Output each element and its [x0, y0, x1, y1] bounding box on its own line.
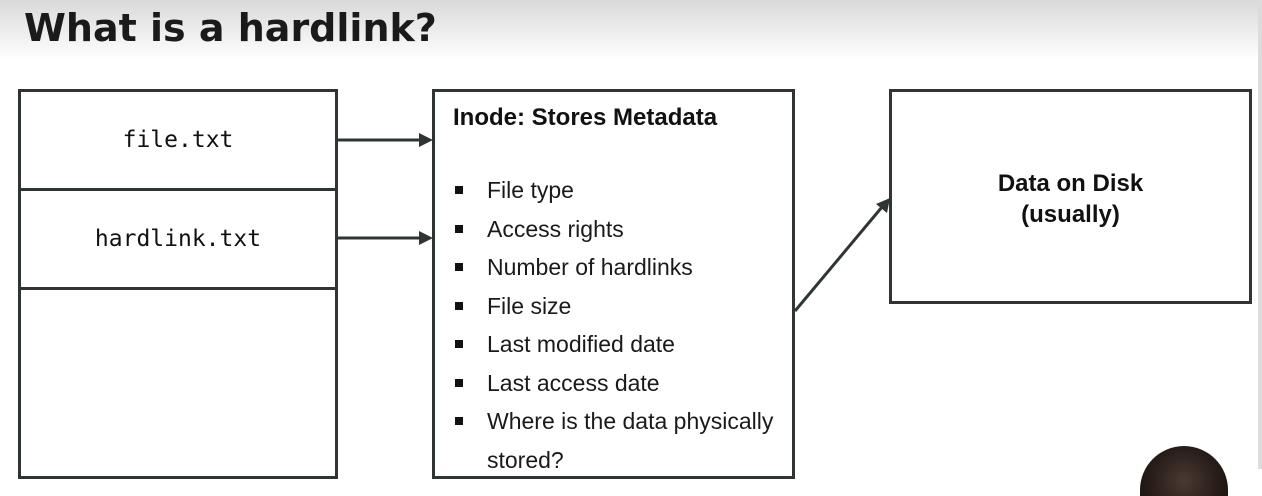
bullet-icon	[455, 340, 463, 348]
directory-entry-file: file.txt	[21, 92, 335, 191]
metadata-item: Number of hardlinks	[435, 248, 792, 287]
slide-edge	[1258, 0, 1262, 469]
inode-title: Inode: Stores Metadata	[453, 104, 718, 131]
arrow-hardlink-to-inode	[338, 231, 433, 245]
metadata-item-label: File type	[487, 177, 574, 203]
directory-entry-hardlink: hardlink.txt	[21, 191, 335, 290]
metadata-item-label: Last access date	[487, 369, 660, 396]
disk-label: Data on Disk (usually)	[892, 168, 1249, 230]
metadata-item-label: File size	[487, 292, 572, 319]
metadata-item: Where is the data physically stored?	[435, 402, 792, 479]
bullet-icon	[455, 263, 463, 271]
arrow-file-to-inode	[338, 133, 433, 147]
metadata-item: Access rights	[435, 210, 792, 249]
metadata-item: File size	[435, 287, 792, 326]
metadata-item: Last access date	[435, 364, 792, 403]
metadata-item: Last modified date	[435, 325, 792, 364]
disk-data-box: Data on Disk (usually)	[889, 89, 1252, 304]
disk-label-line1: Data on Disk	[997, 170, 1144, 197]
directory-box: file.txt hardlink.txt	[18, 89, 338, 479]
arrow-inode-to-disk	[793, 198, 890, 312]
bullet-icon	[455, 378, 463, 387]
bullet-icon	[455, 186, 463, 194]
bullet-icon	[455, 224, 463, 233]
slide-title: What is a hardlink?	[24, 6, 437, 50]
metadata-item-label: Access rights	[487, 215, 624, 242]
metadata-item-label: Number of hardlinks	[487, 254, 693, 280]
metadata-item-label: Where is the data physically stored?	[487, 408, 774, 473]
bullet-icon	[455, 301, 463, 310]
bullet-icon	[455, 417, 463, 425]
metadata-item-label: Last modified date	[487, 331, 675, 357]
inode-metadata-list: File type Access rights Number of hardli…	[435, 171, 792, 479]
metadata-item: File type	[435, 171, 792, 210]
disk-label-line2: (usually)	[1021, 201, 1120, 228]
inode-box: Inode: Stores Metadata File type Access …	[432, 89, 795, 479]
presenter-video-thumbnail	[1140, 446, 1228, 496]
